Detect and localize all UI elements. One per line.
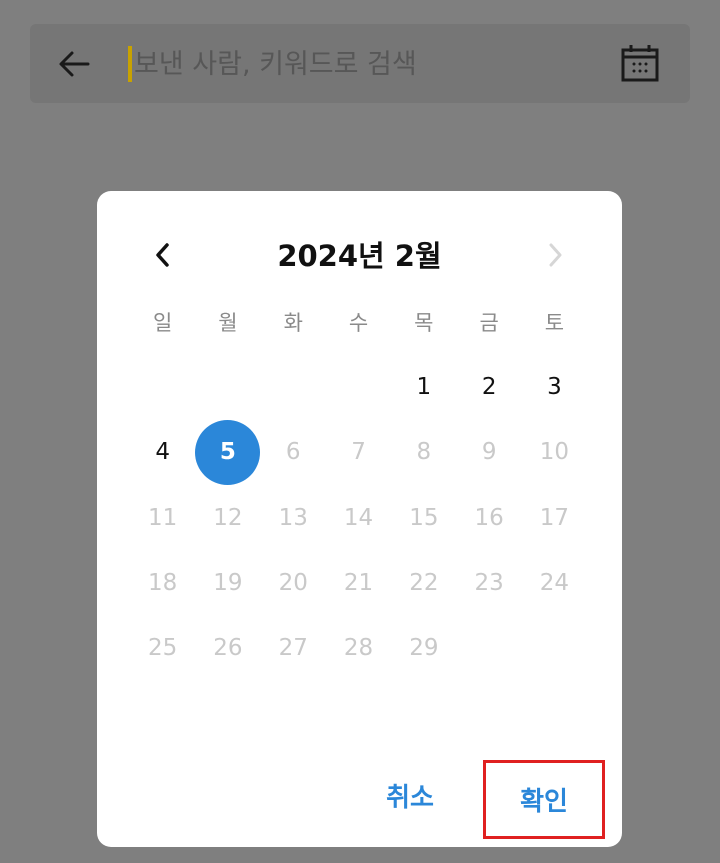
weekday-label: 금 — [479, 310, 499, 335]
calendar-day: 23 — [474, 569, 504, 596]
calendar-day: 7 — [351, 439, 366, 466]
calendar-day: 26 — [213, 635, 243, 662]
calendar-day: 19 — [213, 569, 243, 596]
search-input[interactable] — [134, 42, 594, 86]
calendar-day: 16 — [474, 504, 504, 531]
empty-day-cell — [130, 354, 195, 419]
weekday-label: 일 — [152, 310, 173, 335]
calendar-icon — [621, 45, 659, 82]
calendar-day[interactable]: 3 — [522, 354, 587, 419]
calendar-day: 25 — [148, 635, 178, 662]
calendar-day: 8 — [416, 439, 432, 466]
back-button[interactable] — [54, 44, 98, 84]
date-picker-dialog: 2024년 2월 일 월 화 수 목 금 토 1 2 3 4 5 6 7 8 9 10 11 12 13 14 15 16 1… — [97, 191, 622, 847]
text-cursor — [128, 46, 132, 82]
calendar-grid: 일 월 화 수 목 금 토 1 2 3 4 5 6 7 8 9 10 11 12 13 14 15 16 17 18 19 20 21… — [130, 289, 620, 681]
calendar-day: 21 — [343, 569, 374, 596]
selected-day-label: 5 — [195, 419, 261, 485]
calendar-day: 10 — [539, 439, 570, 466]
cancel-button[interactable]: 취소 — [365, 773, 455, 823]
empty-day-cell — [195, 354, 260, 419]
calendar-day: 13 — [278, 504, 308, 531]
confirm-button[interactable]: 확인 — [483, 760, 605, 839]
calendar-day: 6 — [285, 439, 301, 466]
calendar-day[interactable]: 4 — [130, 420, 195, 485]
calendar-day: 22 — [409, 569, 439, 596]
calendar-day: 20 — [278, 569, 308, 596]
weekday-label: 수 — [348, 310, 369, 335]
calendar-day: 28 — [343, 635, 374, 662]
search-bar — [30, 24, 690, 103]
weekday-label: 화 — [283, 310, 303, 335]
weekday-label: 목 — [414, 310, 434, 335]
calendar-day: 14 — [343, 504, 374, 531]
calendar-button[interactable] — [618, 42, 662, 86]
calendar-day: 29 — [409, 635, 439, 662]
weekday-label: 토 — [544, 310, 565, 335]
calendar-day: 24 — [539, 569, 570, 596]
calendar-day: 9 — [481, 439, 497, 466]
calendar-day: 15 — [409, 504, 439, 531]
empty-day-cell — [326, 354, 391, 419]
next-month-button — [535, 235, 575, 275]
calendar-day: 18 — [148, 569, 178, 596]
arrow-left-icon — [59, 51, 90, 77]
calendar-day[interactable]: 2 — [456, 354, 521, 419]
calendar-day-selected[interactable]: 5 — [195, 419, 261, 485]
chevron-right-icon — [549, 243, 562, 267]
weekday-label: 월 — [218, 310, 238, 335]
calendar-day[interactable]: 1 — [391, 354, 456, 419]
calendar-day: 27 — [278, 635, 308, 662]
calendar-day: 11 — [148, 504, 178, 531]
calendar-day: 17 — [539, 504, 570, 531]
empty-day-cell — [261, 354, 326, 419]
calendar-day: 12 — [213, 504, 243, 531]
